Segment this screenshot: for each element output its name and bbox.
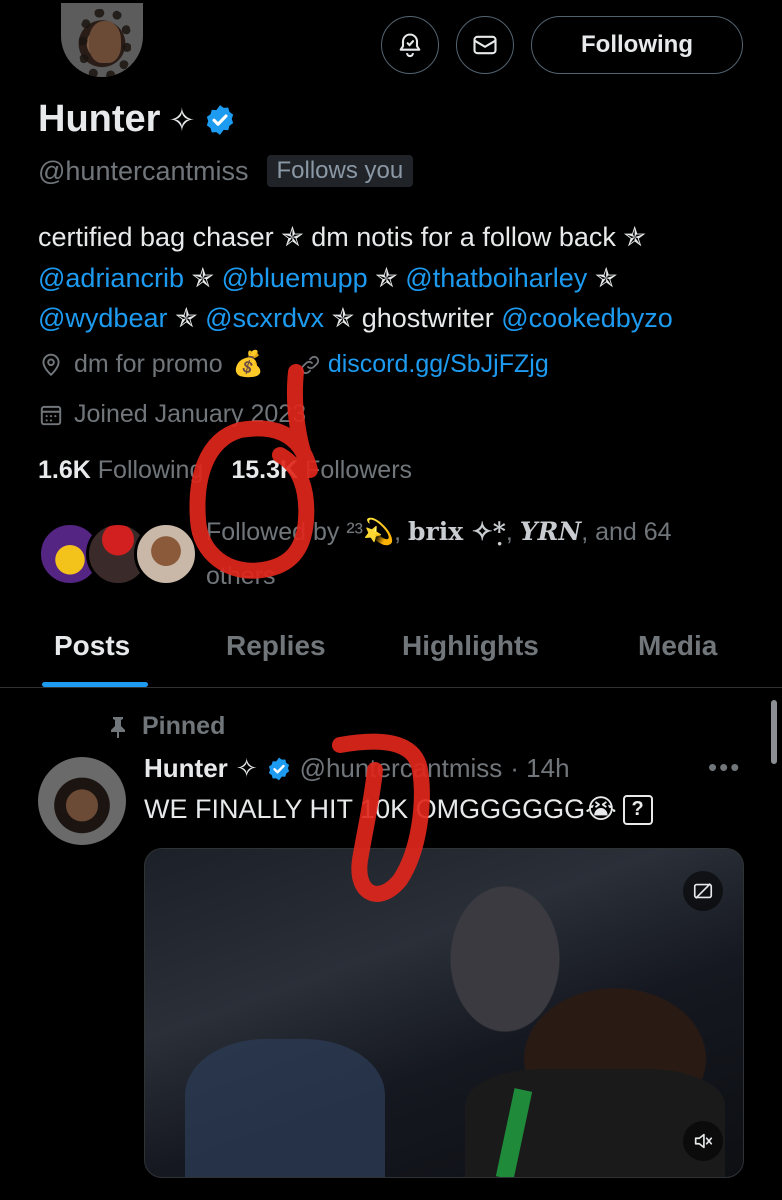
joined-row: Joined January 2023 (38, 400, 306, 429)
pinned-label-row: Pinned (108, 712, 225, 741)
link-icon (300, 355, 319, 374)
joined-date: Joined January 2023 (74, 400, 307, 428)
profile-handle: @huntercantmiss (38, 155, 249, 186)
active-tab-indicator (42, 682, 148, 687)
followed-by-avatars[interactable] (38, 522, 198, 588)
profile-avatar[interactable] (58, 0, 146, 80)
profile-meta-row: dm for promo 💰 discord.gg/SbJjFZjg (38, 350, 549, 379)
pinned-label: Pinned (142, 712, 226, 740)
tab-posts[interactable]: Posts (54, 630, 130, 662)
mute-icon[interactable] (683, 1121, 723, 1161)
star-separator: ✯ (191, 262, 215, 293)
handle-row: @huntercantmiss Follows you (38, 155, 414, 187)
follows-you-badge: Follows you (266, 155, 414, 187)
followers-stat[interactable]: 15.3K Followers (231, 456, 412, 485)
bio-line-3: @wydbear ✯ @scxrdvx ✯ ghostwriter @cooke… (38, 298, 758, 339)
location-pin-icon (42, 353, 60, 376)
profile-name: Hunter (38, 98, 161, 140)
unknown-glyph: ? (622, 794, 653, 825)
post-time[interactable]: · 14h (510, 753, 569, 784)
star-separator: ✯ (375, 262, 398, 293)
post-text: WE FINALLY HIT 10K OMGGGGGG😭 ? (144, 794, 653, 825)
pin-icon (111, 716, 125, 738)
mention-link[interactable]: @wydbear (38, 303, 167, 333)
mention-link[interactable]: @scxrdvx (205, 303, 324, 333)
scrollbar[interactable] (771, 700, 777, 764)
mention-link[interactable]: @cookedbyzo (501, 303, 673, 333)
profile-page: Following Hunter ✧ @huntercantmiss Follo… (0, 0, 782, 1200)
message-button[interactable] (456, 16, 514, 74)
mention-link[interactable]: @adriancrib (38, 263, 184, 293)
tab-highlights[interactable]: Highlights (402, 630, 539, 662)
captions-icon[interactable] (683, 871, 723, 911)
profile-bio: certified bag chaser ✯ dm notis for a fo… (38, 217, 758, 339)
calendar-icon (40, 405, 62, 425)
profile-name-row: Hunter ✧ (38, 98, 237, 141)
notification-bell-button[interactable] (381, 16, 439, 74)
notification-bell-icon (399, 33, 421, 58)
star-separator: ✯ (594, 262, 618, 293)
post-author-name[interactable]: Hunter (144, 753, 228, 784)
following-button[interactable]: Following (531, 16, 743, 74)
bio-line-1: certified bag chaser ✯ dm notis for a fo… (38, 222, 647, 252)
bio-line-2: @adriancrib ✯ @bluemupp ✯ @thatboiharley… (38, 258, 758, 299)
money-bag-icon: 💰 (232, 350, 264, 378)
post-header: Hunter ✧ @huntercantmiss · 14h (144, 753, 570, 784)
website-link[interactable]: discord.gg/SbJjFZjg (328, 350, 549, 379)
profile-location: dm for promo (74, 350, 223, 378)
followed-by-text[interactable]: Followed by ²³💫, brix ✧*̣, YRN, and 64 o… (206, 510, 726, 598)
avatar (134, 522, 198, 586)
verified-badge-icon (268, 757, 289, 780)
following-stat[interactable]: 1.6K Following (38, 456, 203, 485)
post-video[interactable] (144, 848, 744, 1178)
tab-replies[interactable]: Replies (226, 630, 326, 662)
sparkle-icon: ✧ (168, 101, 196, 138)
tab-media[interactable]: Media (638, 630, 717, 662)
star-separator: ✯ (174, 303, 198, 333)
mention-link[interactable]: @bluemupp (222, 263, 368, 293)
post-author-avatar[interactable] (38, 757, 126, 845)
mention-link[interactable]: @thatboiharley (405, 263, 587, 293)
star-separator: ✯ (331, 303, 355, 333)
ghostwriter-label: ghostwriter (361, 303, 494, 333)
sparkle-icon: ✧ (235, 753, 258, 783)
envelope-icon (473, 35, 497, 55)
verified-badge-icon[interactable] (203, 103, 237, 137)
post-author-handle[interactable]: @huntercantmiss (300, 753, 503, 784)
profile-tabs: Posts Replies Highlights Media (0, 612, 782, 688)
more-options-icon[interactable]: ••• (708, 752, 741, 783)
follow-stats: 1.6K Following 15.3K Followers (38, 456, 412, 485)
